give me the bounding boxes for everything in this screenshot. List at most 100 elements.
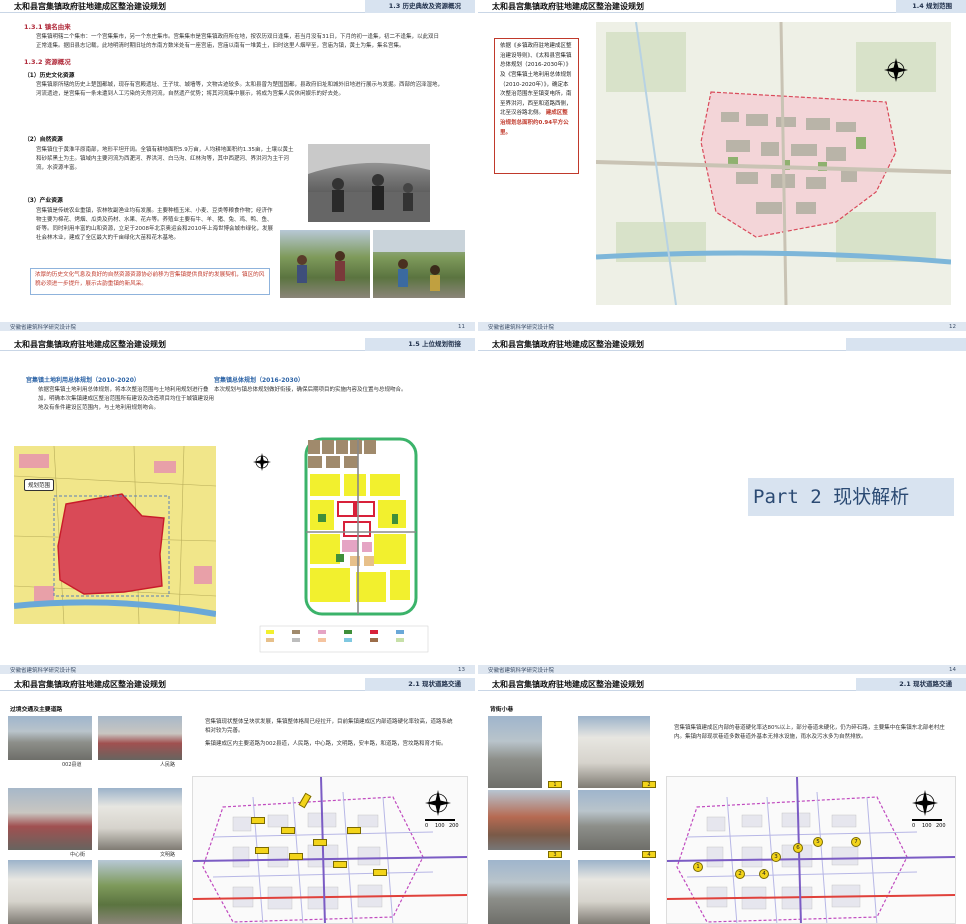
right-column: 宫集镇总体规划（2016-2030） 本次规划与镇总体规划做好衔接，确保后期项目… (214, 376, 464, 395)
land-use-heading: 宫集镇土地利用总体规划（2010-2020） (26, 377, 140, 384)
road-label-badge (281, 827, 295, 834)
alley-map-art: 0 100 200 (667, 777, 955, 923)
heading-history-resource: （1）历史文化资源 (24, 72, 75, 79)
land-use-para: 依据宫集镇土地利用总体规划，将本次整治范围与土地利用规划进行叠加，明确本次集镇建… (38, 386, 215, 412)
caption-zhongxin: 中心街 (70, 852, 86, 858)
section-331: 1.3.1 镇名由来 宫集镇明辖二个集市：一个宫集集市，另一个东庄集市。宫集集市… (24, 22, 444, 99)
land-use-map: 规划范围 (14, 446, 216, 624)
road-network-map: 0 100 200 (192, 776, 468, 924)
caption-renmin: 人民路 (160, 762, 176, 768)
page-number: 12 (949, 323, 956, 330)
road-photo-6 (98, 860, 182, 924)
master-plan-map (246, 414, 432, 654)
farm-photo-2 (373, 230, 465, 298)
page-header: 太和县宫集镇政府驻地建成区整治建设规划 2.1 现状道路交通 (0, 678, 475, 691)
planning-scope-map (596, 22, 951, 305)
road-label-badge (373, 869, 387, 876)
intro-text: 依据《乡镇政府驻地建成区整治建设导则》、《太和县宫集镇总体规划（2016-203… (500, 43, 572, 117)
alley-number-4: 4 (642, 851, 656, 858)
master-plan-para: 本次规划与镇总体规划做好衔接，确保后期项目的实施内容及位置与总规吻合。 (214, 386, 407, 393)
legend (259, 625, 429, 653)
para-industry-resource: 宫集镇是传统农业重镇，农林牧副渔业均有发展。主要种植玉米、小麦、豆类等粮食作物；… (36, 207, 273, 241)
para-331: 宫集镇明辖二个集市：一个宫集集市，另一个东庄集市。宫集集市是宫集镇政府所在地，按… (36, 33, 440, 49)
heading-332: 1.3.2 资源概况 (24, 57, 71, 66)
page-14: 太和县宫集镇政府驻地建成区整治建设规划 Part 2 现状解析 安徽省建筑科学研… (478, 338, 966, 674)
page-header: 太和县宫集镇政府驻地建成区整治建设规划 1.4 规划范围 (478, 0, 966, 13)
page-header: 太和县宫集镇政府驻地建成区整治建设规划 1.5 上位规划衔接 (0, 338, 475, 351)
history-photo (308, 144, 430, 222)
road-label-badge (289, 853, 303, 860)
section-title-empty (846, 338, 966, 351)
road-text: 宫集镇现状整体呈块状发展，集镇整体格局已经拉开，目前集镇建成区内部道路硬化率较高… (205, 718, 455, 749)
road-label-badge (313, 839, 327, 846)
land-use-map-art (14, 446, 216, 624)
road-photo-5 (8, 860, 92, 924)
doc-title: 太和县宫集镇政府驻地建成区整治建设规划 (492, 339, 644, 349)
road-photo-wenming (98, 788, 182, 850)
scope-map-art (596, 22, 951, 305)
alley-marker-6[interactable]: 6 (793, 843, 803, 853)
page-footer: 安徽省建筑科学研究设计院 13 (0, 665, 475, 674)
sub-heading: 过境交通及主要道路 (10, 707, 63, 713)
heading-industry-resource: （3）产业资源 (24, 198, 63, 204)
section-natural: （2）自然资源 宫集镇位于黄淮平原南部，地形平坦开阔。全镇有耕地面积5.9万亩，… (24, 136, 294, 173)
scale-100: 100 (922, 823, 932, 829)
alley-photo-1 (488, 716, 542, 788)
road-label-badge (347, 827, 361, 834)
section-title: 1.4 规划范围 (896, 0, 966, 13)
farm-photo-2-art (373, 230, 465, 291)
master-plan-heading: 宫集镇总体规划（2016-2030） (214, 377, 304, 384)
road-label-badge (255, 847, 269, 854)
footer-org: 安徽省建筑科学研究设计院 (10, 667, 77, 674)
road-photo-002 (8, 716, 92, 760)
road-para-a: 宫集镇现状整体呈块状发展，集镇整体格局已经拉开，目前集镇建成区内部道路硬化率较高… (205, 719, 453, 735)
part-title: Part 2 现状解析 (748, 478, 954, 516)
road-label-badge (251, 817, 265, 824)
alley-marker-7[interactable]: 7 (851, 837, 861, 847)
road-label-badge (333, 861, 347, 868)
alley-marker-3[interactable]: 3 (771, 852, 781, 862)
scale-200: 200 (936, 823, 946, 829)
page-12: 太和县宫集镇政府驻地建成区整治建设规划 1.4 规划范围 依据《乡镇政府驻地建成… (478, 0, 966, 331)
road-para-b: 集镇建成区内主要道路为002县道，人民路，中心路，文明路，安丰路，和道路，宫坟路… (205, 741, 447, 748)
alley-photo-6 (578, 860, 650, 924)
page-15: 太和县宫集镇政府驻地建成区整治建设规划 2.1 现状道路交通 过境交通及主要道路… (0, 678, 475, 924)
master-plan-map-art (253, 437, 429, 653)
scale-0: 0 (425, 823, 428, 829)
para-history-resource: 宫集镇原所辖的历史上楚国都城，现存有宫殿遗址、王子坟、城墙等，文物古迹较多。太和… (36, 82, 444, 98)
left-column: 宫集镇土地利用总体规划（2010-2020） 依据宫集镇土地利用总体规划，将本次… (26, 376, 216, 413)
page-footer: 安徽省建筑科学研究设计院 14 (478, 665, 966, 674)
alley-photo-3 (488, 790, 570, 850)
page-number: 11 (458, 323, 465, 330)
page-header: 太和县宫集镇政府驻地建成区整治建设规划 1.3 历史典故及资源概况 (0, 0, 475, 13)
para-natural-resource: 宫集镇位于黄淮平原南部，地形平坦开阔。全镇有耕地面积5.9万亩，人均耕地面积约1… (36, 146, 294, 171)
doc-title: 太和县宫集镇政府驻地建成区整治建设规划 (492, 1, 644, 11)
footer-org: 安徽省建筑科学研究设计院 (488, 324, 555, 331)
page-number: 13 (458, 666, 465, 673)
caption-002: 002县道 (62, 762, 82, 768)
alley-marker-4[interactable]: 4 (759, 869, 769, 879)
alley-marker-5[interactable]: 5 (813, 837, 823, 847)
planning-scope-label: 规划范围 (24, 479, 55, 491)
road-map-art: 0 100 200 (193, 777, 467, 923)
heading-331: 1.3.1 镇名由来 (24, 23, 71, 31)
page-header: 太和县宫集镇政府驻地建成区整治建设规划 (478, 338, 966, 351)
road-photo-renmin (98, 716, 182, 760)
page-13: 太和县宫集镇政府驻地建成区整治建设规划 1.5 上位规划衔接 宫集镇土地利用总体… (0, 338, 475, 674)
alley-text: 宫集镇集镇建成区内部的巷道硬化率达80%以上，部分巷道未硬化，仍为碎石路，主要集… (674, 725, 945, 741)
page-11: 太和县宫集镇政府驻地建成区整治建设规划 1.3 历史典故及资源概况 1.3.1 … (0, 0, 475, 331)
north-arrow (253, 453, 271, 471)
doc-title: 太和县宫集镇政府驻地建成区整治建设规划 (14, 1, 166, 11)
section-title: 1.5 上位规划衔接 (365, 338, 475, 351)
alley-photo-4 (578, 790, 650, 850)
intro-box: 依据《乡镇政府驻地建成区整治建设导则》、《太和县宫集镇总体规划（2016-203… (494, 38, 579, 174)
footer-org: 安徽省建筑科学研究设计院 (488, 667, 555, 674)
heading-natural-resource: （2）自然资源 (24, 137, 63, 143)
page-16: 太和县宫集镇政府驻地建成区整治建设规划 2.1 现状道路交通 背街小巷 1 2 … (478, 678, 966, 924)
alley-number-1: 1 (548, 781, 562, 788)
caption-wenming: 文明路 (160, 852, 176, 858)
section-title: 2.1 现状道路交通 (365, 678, 475, 691)
alley-marker-2[interactable]: 2 (735, 869, 745, 879)
alley-number-2: 2 (642, 781, 656, 788)
alley-marker-1[interactable]: 1 (693, 862, 703, 872)
